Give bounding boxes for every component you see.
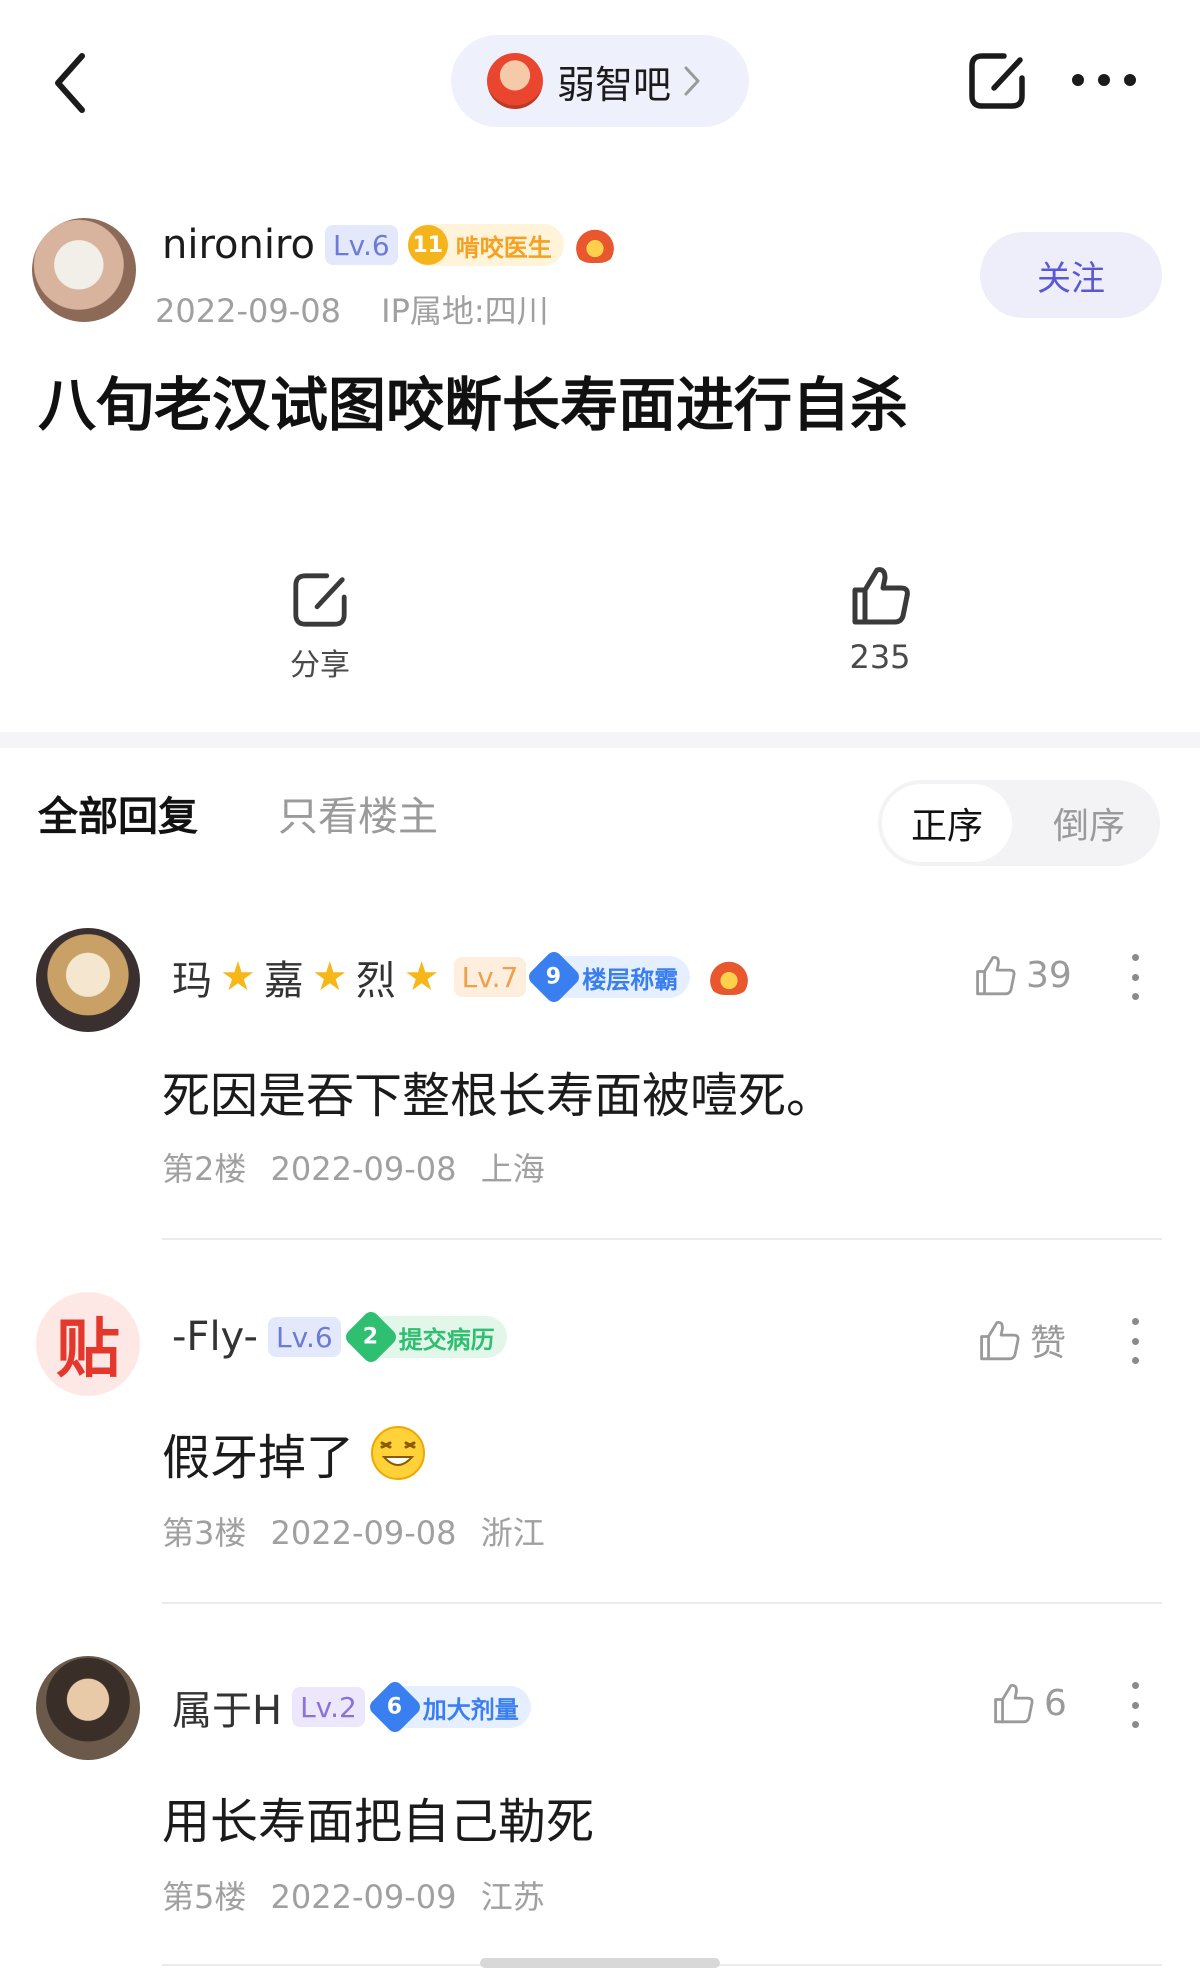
- post-date: 2022-09-08: [155, 292, 341, 330]
- forum-pill[interactable]: 弱智吧: [451, 35, 749, 127]
- reply-floor: 第2楼: [162, 1150, 247, 1188]
- forum-name: 弱智吧: [557, 62, 672, 107]
- reply-avatar[interactable]: [36, 1656, 140, 1760]
- post-title: 八旬老汉试图咬断长寿面进行自杀: [38, 371, 909, 439]
- title-badge-number: 6: [366, 1678, 424, 1736]
- chevron-right-icon: [684, 66, 700, 96]
- reply-author-line: -Fly- Lv.6 2 提交病历: [172, 1308, 507, 1366]
- reply-content-line: 假牙掉了: [162, 1418, 426, 1488]
- sort-ascending-button[interactable]: 正序: [882, 784, 1012, 862]
- reply-more-icon[interactable]: [1132, 954, 1142, 1000]
- thumbs-up-icon: [980, 1320, 1020, 1361]
- member-emblem-icon: [573, 227, 616, 263]
- reply-content: 死因是吞下整根长寿面被噎死。: [162, 1068, 835, 1124]
- share-icon[interactable]: [966, 50, 1028, 112]
- thumbs-up-icon: [976, 955, 1016, 996]
- reply-divider: [162, 1602, 1162, 1604]
- reply-like-count: 39: [1026, 954, 1072, 996]
- share-action[interactable]: 分享: [270, 570, 370, 684]
- title-badge-label: 提交病历: [398, 1325, 495, 1354]
- reply-location: 浙江: [480, 1514, 545, 1552]
- level-badge: Lv.2: [292, 1687, 365, 1727]
- reply-author-name-part: 嘉: [263, 958, 304, 1004]
- reply-meta: 第3楼 2022-09-08 浙江: [162, 1508, 545, 1554]
- title-badge-label: 加大剂量: [422, 1695, 519, 1724]
- section-divider: [0, 732, 1200, 748]
- tab-all-replies[interactable]: 全部回复: [38, 784, 198, 842]
- reply-content: 用长寿面把自己勒死: [162, 1794, 595, 1850]
- forum-avatar: [487, 53, 543, 109]
- level-badge: Lv.6: [325, 225, 398, 265]
- title-badge-number: 9: [526, 948, 583, 1006]
- reply-like-count: 赞: [1030, 1323, 1067, 1364]
- avatar-text: 贴: [56, 1313, 120, 1387]
- reply-meta: 第5楼 2022-09-09 江苏: [162, 1872, 545, 1918]
- share-label: 分享: [290, 648, 350, 683]
- member-emblem-icon: [708, 959, 751, 995]
- reply-author-name-part: 烈: [355, 958, 396, 1004]
- level-badge: Lv.6: [267, 1317, 341, 1357]
- reply-author-name[interactable]: 属于H: [172, 1678, 282, 1736]
- tab-op-only[interactable]: 只看楼主: [278, 784, 438, 842]
- title-badge-label: 楼层称霸: [582, 965, 679, 994]
- title-badge: 11 啃咬医生: [407, 224, 564, 266]
- back-arrow-icon[interactable]: [50, 50, 100, 116]
- star-icon: ★: [220, 954, 256, 1000]
- title-badge: 2 提交病历: [342, 1308, 507, 1366]
- reply-divider: [162, 1238, 1162, 1240]
- reply-author-line: 玛 ★ 嘉 ★ 烈 ★ Lv.7 9 楼层称霸: [172, 948, 751, 1006]
- reply-like-count: 6: [1044, 1682, 1067, 1724]
- home-indicator: [480, 1958, 720, 1968]
- thumbs-up-icon: [852, 567, 910, 625]
- share-icon: [293, 573, 347, 627]
- star-icon: ★: [403, 954, 440, 1000]
- title-badge-number: 2: [342, 1308, 399, 1366]
- reply-author-name[interactable]: 玛: [172, 948, 212, 1006]
- author-line: nironiro Lv.6 11 啃咬医生: [162, 222, 616, 268]
- title-badge: 6 加大剂量: [366, 1678, 531, 1736]
- reply-date: 2022-09-08: [270, 1514, 457, 1552]
- reply-avatar[interactable]: 贴: [36, 1292, 140, 1396]
- laughing-emoji-icon: [371, 1426, 426, 1480]
- reply-like-button[interactable]: 6: [990, 1680, 1067, 1726]
- author-meta: 2022-09-08 IP属地:四川: [155, 286, 549, 332]
- reply-more-icon[interactable]: [1132, 1682, 1142, 1728]
- sort-descending-button[interactable]: 倒序: [1024, 784, 1154, 862]
- reply-author-name[interactable]: -Fly-: [172, 1314, 258, 1360]
- reply-like-button[interactable]: 赞: [976, 1314, 1066, 1366]
- sort-toggle: 正序 倒序: [878, 780, 1160, 866]
- thumbs-up-icon: [994, 1683, 1034, 1724]
- reply-floor: 第5楼: [162, 1878, 247, 1916]
- reply-like-button[interactable]: 39: [972, 952, 1072, 998]
- reply-content: 假牙掉了: [162, 1430, 355, 1486]
- star-icon: ★: [311, 954, 348, 1000]
- reply-date: 2022-09-09: [270, 1878, 457, 1916]
- like-action[interactable]: 235: [830, 562, 930, 676]
- follow-button[interactable]: 关注: [980, 232, 1162, 318]
- reply-location: 江苏: [480, 1878, 545, 1916]
- ip-location: IP属地:四川: [381, 292, 549, 330]
- author-avatar[interactable]: [32, 218, 136, 322]
- reply-meta: 第2楼 2022-09-08 上海: [162, 1144, 545, 1190]
- more-options-icon[interactable]: [1072, 74, 1136, 88]
- title-badge-label: 啃咬医生: [455, 233, 552, 262]
- reply-date: 2022-09-08: [270, 1150, 457, 1188]
- reply-more-icon[interactable]: [1132, 1318, 1142, 1364]
- like-count: 235: [849, 638, 911, 676]
- level-badge: Lv.7: [453, 957, 527, 997]
- title-badge-number: 11: [407, 225, 448, 265]
- reply-author-line: 属于H Lv.2 6 加大剂量: [172, 1678, 531, 1736]
- reply-floor: 第3楼: [162, 1514, 247, 1552]
- title-badge: 9 楼层称霸: [526, 948, 691, 1006]
- reply-avatar[interactable]: [36, 928, 140, 1032]
- reply-location: 上海: [480, 1150, 545, 1188]
- author-name[interactable]: nironiro: [162, 222, 315, 268]
